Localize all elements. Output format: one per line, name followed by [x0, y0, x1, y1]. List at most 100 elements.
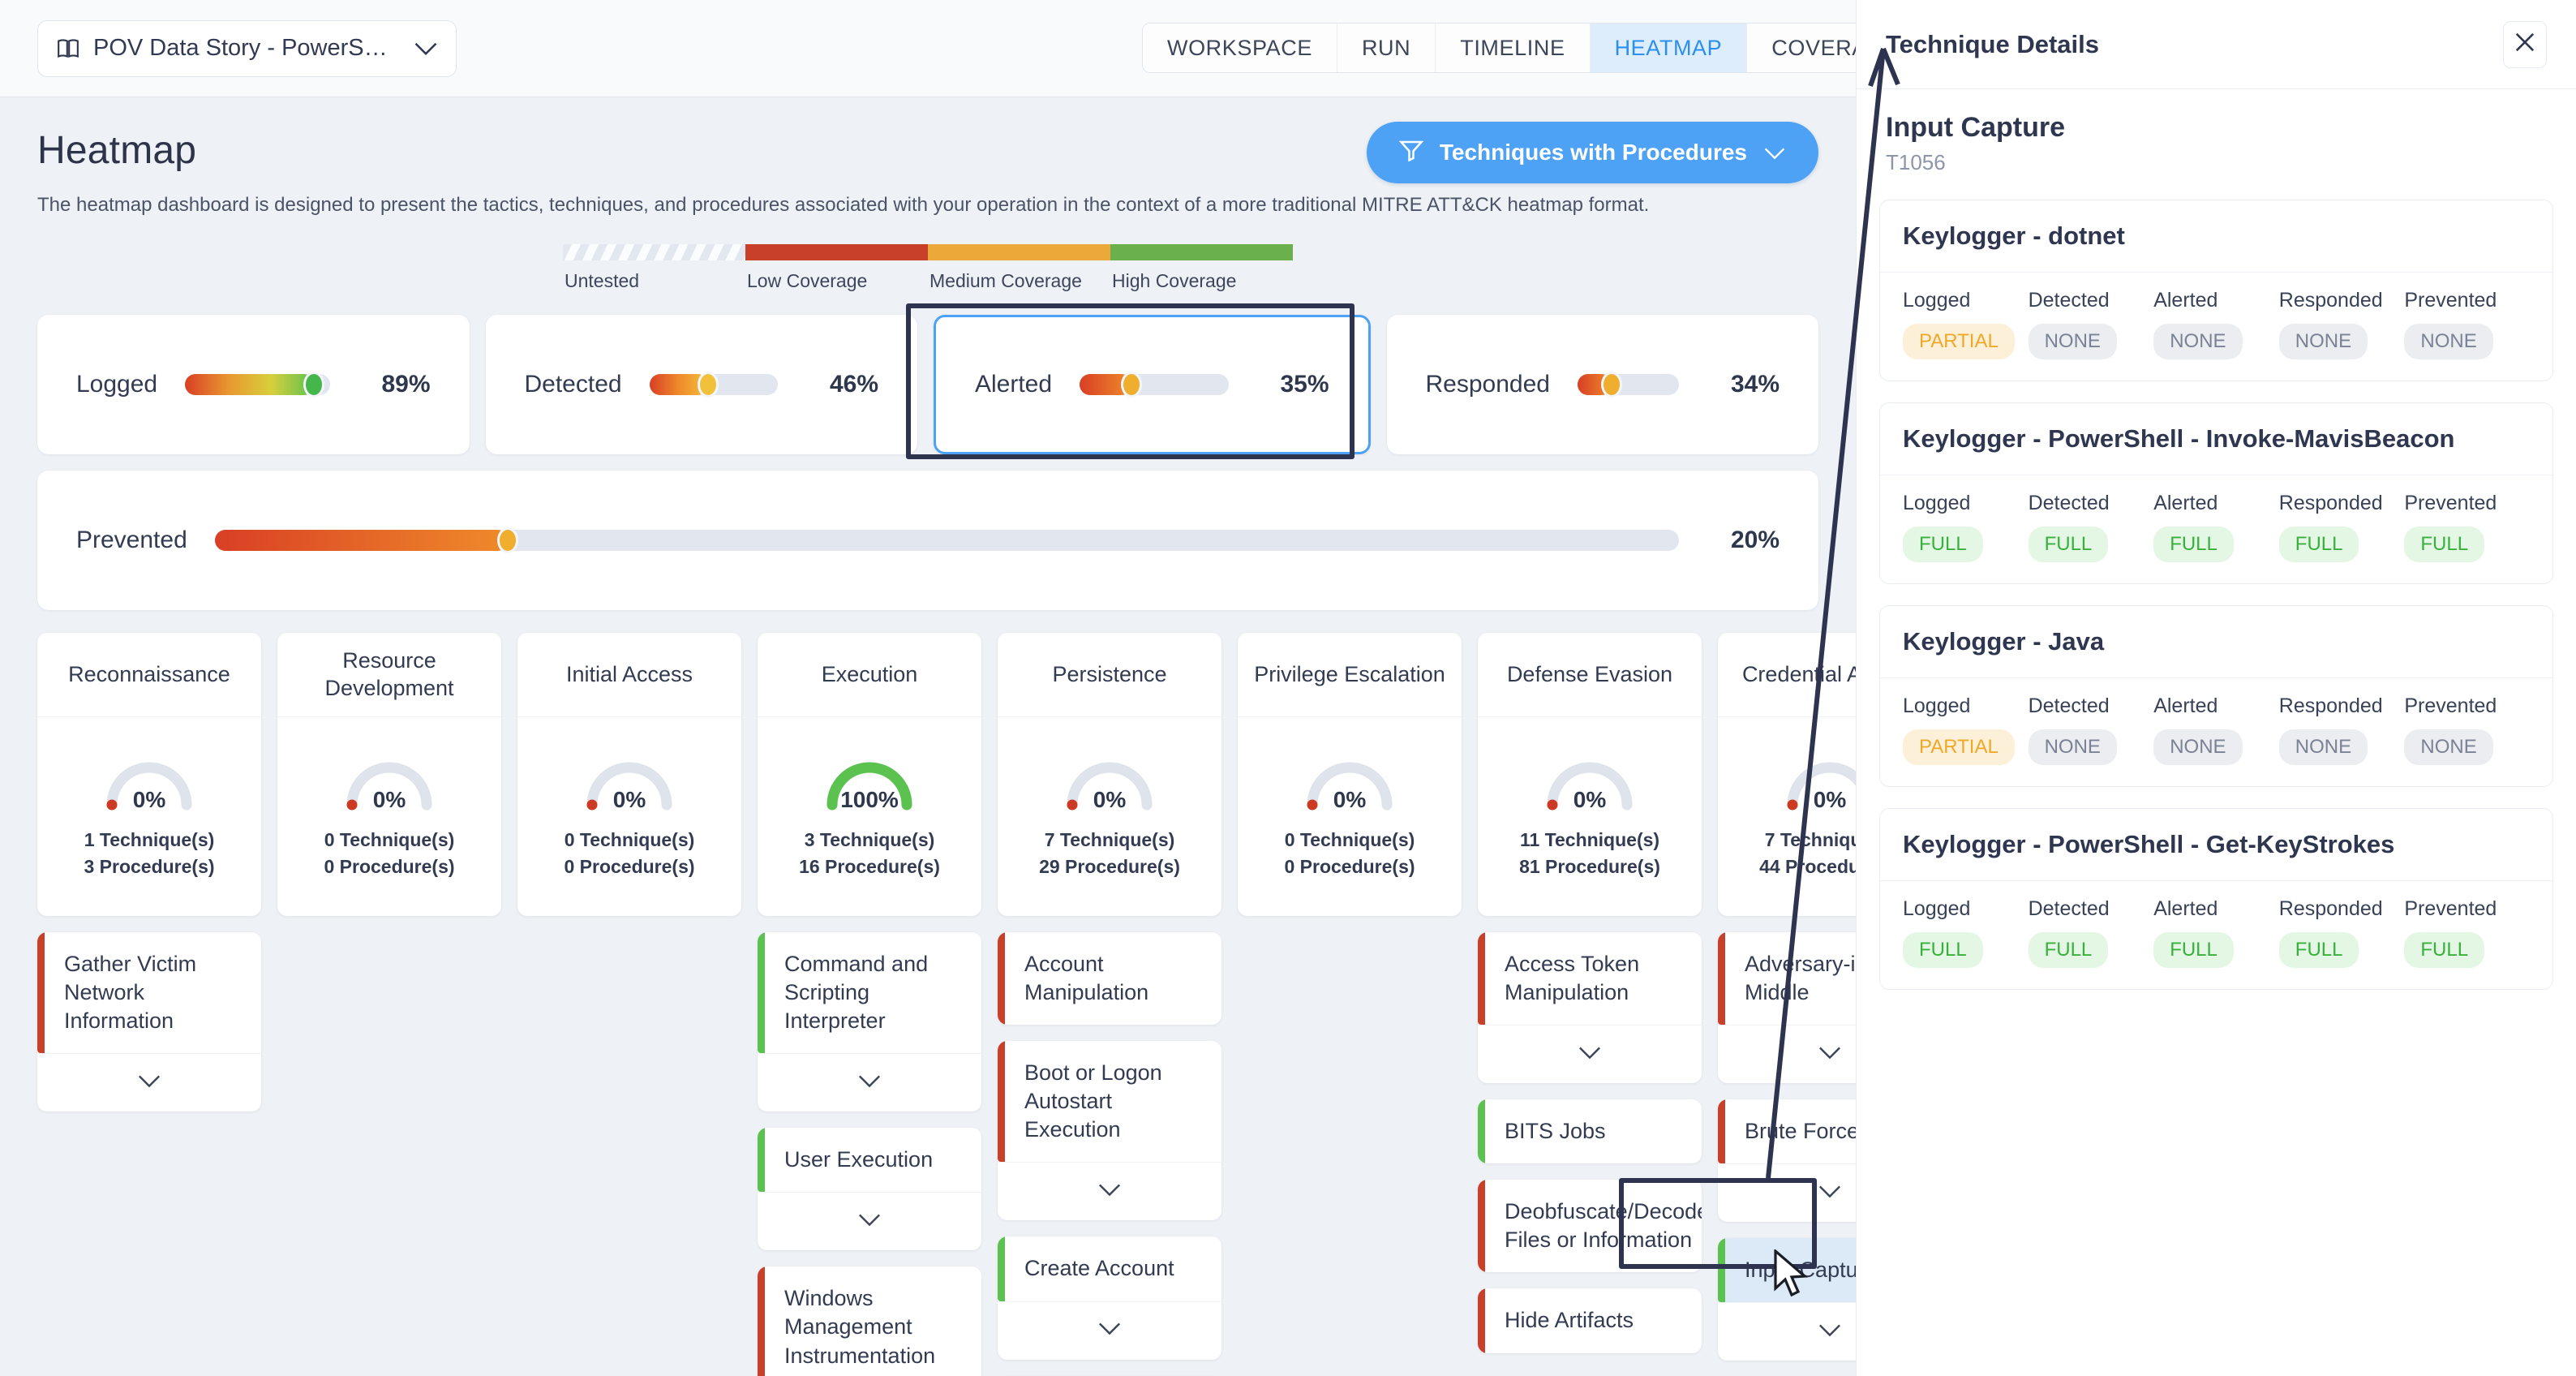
progress-knob[interactable] [496, 527, 518, 553]
page-description: The heatmap dashboard is designed to pre… [37, 194, 1650, 216]
technique-body: Boot or Logon Autostart Execution [998, 1041, 1221, 1163]
progress-bar[interactable] [1577, 372, 1679, 398]
tab-coverage[interactable]: COVERAGE [1747, 24, 1856, 72]
techniques-filter-button[interactable]: Techniques with Procedures [1366, 122, 1818, 183]
procedure-card[interactable]: Keylogger - Java Logged PARTIAL Detected NON… [1879, 605, 2553, 787]
procedure-count: 0 Procedure(s) [1284, 855, 1415, 877]
technique-card[interactable]: Gather Victim Network Information [37, 932, 261, 1112]
progress-bar[interactable] [185, 372, 330, 398]
metric-label: Alerted [975, 371, 1053, 398]
close-panel-button[interactable] [2503, 20, 2547, 68]
expand-technique-button[interactable] [758, 1192, 981, 1250]
procedure-list: Keylogger - dotnet Logged PARTIAL Detected N… [1857, 182, 2576, 990]
gauge-percent: 0% [1813, 786, 1847, 812]
expand-technique-button[interactable] [758, 1053, 981, 1112]
legend-bars [563, 244, 1293, 260]
chevron-down-icon [1097, 1183, 1122, 1201]
tactic-card[interactable]: Persistence 0% 7 Technique(s) 29 Procedure(… [998, 633, 1221, 916]
nav-tabs: WORKSPACERUNTIMELINEHEATMAPCOVERAGE [1142, 23, 1856, 73]
metric-value: 20% [1730, 527, 1780, 553]
progress-knob[interactable] [1121, 372, 1143, 398]
technique-card[interactable]: User Execution [758, 1128, 981, 1251]
progress-knob[interactable] [698, 372, 719, 398]
progress-bar[interactable] [1080, 372, 1229, 398]
technique-card[interactable]: BITS Jobs [1478, 1099, 1702, 1164]
procedure-card[interactable]: Keylogger - PowerShell - Invoke-MavisBea… [1879, 402, 2553, 584]
technique-details-panel: Technique Details Input Capture T1056 Ke… [1856, 0, 2576, 1376]
tab-heatmap[interactable]: HEATMAP [1590, 24, 1748, 72]
status-badge: NONE [2153, 324, 2243, 359]
technique-card[interactable]: Account Manipulation [998, 932, 1221, 1026]
tactic-card[interactable]: Reconnaissance 0% 1 Technique(s) 3 Procedur… [37, 633, 261, 916]
stat-label: Logged [1903, 694, 1971, 717]
tactic-name: Execution [758, 633, 981, 717]
tab-run[interactable]: RUN [1337, 24, 1436, 72]
legend-label: High Coverage [1112, 270, 1237, 291]
metric-card-responded[interactable]: Responded 34% [1386, 315, 1818, 454]
expand-technique-button[interactable] [998, 1162, 1221, 1220]
technique-card[interactable]: Brute Force [1718, 1099, 1856, 1223]
tab-workspace[interactable]: WORKSPACE [1143, 24, 1337, 72]
filter-button-label: Techniques with Procedures [1439, 140, 1747, 165]
metric-card-logged[interactable]: Logged 89% [37, 315, 470, 454]
progress-fill [214, 530, 508, 551]
metric-card-alerted[interactable]: Alerted 35% [934, 315, 1371, 454]
tactic-stats: 0% 1 Technique(s) 3 Procedure(s) [37, 717, 261, 916]
technique-card[interactable]: Create Account [998, 1236, 1221, 1360]
procedure-statuses: Logged FULL Detected FULL Alerted FULL Respond… [1880, 881, 2552, 989]
expand-technique-button[interactable] [1718, 1025, 1856, 1083]
technique-card[interactable]: Windows Management Instrumentation [758, 1266, 981, 1376]
stat-label: Prevented [2404, 694, 2497, 717]
procedure-count: 0 Procedure(s) [564, 855, 695, 877]
tactic-name: Credential Access [1718, 633, 1856, 717]
expand-technique-button[interactable] [998, 1301, 1221, 1360]
metric-card-prevented[interactable]: Prevented 20% [37, 471, 1818, 610]
stat-label: Responded [2278, 289, 2383, 312]
technique-body: Windows Management Instrumentation [758, 1266, 981, 1376]
expand-technique-button[interactable] [1718, 1302, 1856, 1361]
tactic-card[interactable]: Credential Access 0% 7 Technique(s) 44 Proc… [1718, 633, 1856, 916]
expand-technique-button[interactable] [37, 1053, 261, 1112]
tactic-card[interactable]: Execution 100% 3 Technique(s) 16 Procedure(… [758, 633, 981, 916]
procedure-stat: Responded FULL [2278, 492, 2405, 562]
tactic-card[interactable]: Initial Access 0% 0 Technique(s) 0 Procedur… [517, 633, 741, 916]
technique-body: Create Account [998, 1236, 1221, 1301]
progress-bar[interactable] [214, 527, 1679, 553]
tab-timeline[interactable]: TIMELINE [1436, 24, 1591, 72]
technique-body: Hide Artifacts [1478, 1288, 1702, 1353]
technique-count: 7 Technique(s) [1044, 828, 1175, 850]
coverage-gauge: 0% [1783, 756, 1856, 815]
progress-knob[interactable] [303, 372, 324, 398]
technique-card[interactable]: Command and Scripting Interpreter [758, 932, 981, 1112]
coverage-indicator [37, 932, 45, 1054]
metric-cards: Logged 89% Detected 46% Alerted 35% Responded 3… [37, 315, 1818, 454]
coverage-indicator [1478, 1099, 1485, 1164]
tactic-stats: 0% 0 Technique(s) 0 Procedure(s) [1238, 717, 1462, 916]
chevron-down-icon [857, 1213, 882, 1231]
technique-name: User Execution [784, 1147, 934, 1172]
technique-card[interactable]: Adversary-in-the-Middle [1718, 932, 1856, 1084]
progress-bar[interactable] [649, 372, 778, 398]
technique-name: Create Account [1024, 1256, 1174, 1281]
tactic-grid: Reconnaissance 0% 1 Technique(s) 3 Procedur… [37, 633, 1856, 1376]
expand-technique-button[interactable] [1478, 1025, 1702, 1083]
close-icon [2514, 31, 2536, 58]
technique-card[interactable]: Deobfuscate/Decode Files or Information [1478, 1180, 1702, 1273]
progress-knob[interactable] [1601, 372, 1623, 398]
technique-name: BITS Jobs [1505, 1119, 1606, 1144]
metric-value: 89% [381, 371, 431, 398]
technique-count: 1 Technique(s) [84, 828, 215, 850]
technique-card[interactable]: Hide Artifacts [1478, 1288, 1702, 1353]
tactic-card[interactable]: Privilege Escalation 0% 0 Technique(s) 0 Pr… [1238, 633, 1462, 916]
coverage-indicator [758, 932, 765, 1054]
technique-card[interactable]: Input Capture [1718, 1238, 1856, 1361]
expand-technique-button[interactable] [1718, 1163, 1856, 1222]
metric-card-detected[interactable]: Detected 46% [485, 315, 917, 454]
tactic-card[interactable]: Defense Evasion 0% 11 Technique(s) 81 Proce… [1478, 633, 1702, 916]
tactic-card[interactable]: Resource Development 0% 0 Technique(s) 0 Pr… [277, 633, 501, 916]
technique-card[interactable]: Access Token Manipulation [1478, 932, 1702, 1084]
procedure-card[interactable]: Keylogger - dotnet Logged PARTIAL Detected N… [1879, 200, 2553, 381]
data-story-selector[interactable]: POV Data Story - PowerS… [37, 19, 457, 77]
procedure-card[interactable]: Keylogger - PowerShell - Get-KeyStrokes L… [1879, 808, 2553, 990]
technique-card[interactable]: Boot or Logon Autostart Execution [998, 1041, 1221, 1221]
